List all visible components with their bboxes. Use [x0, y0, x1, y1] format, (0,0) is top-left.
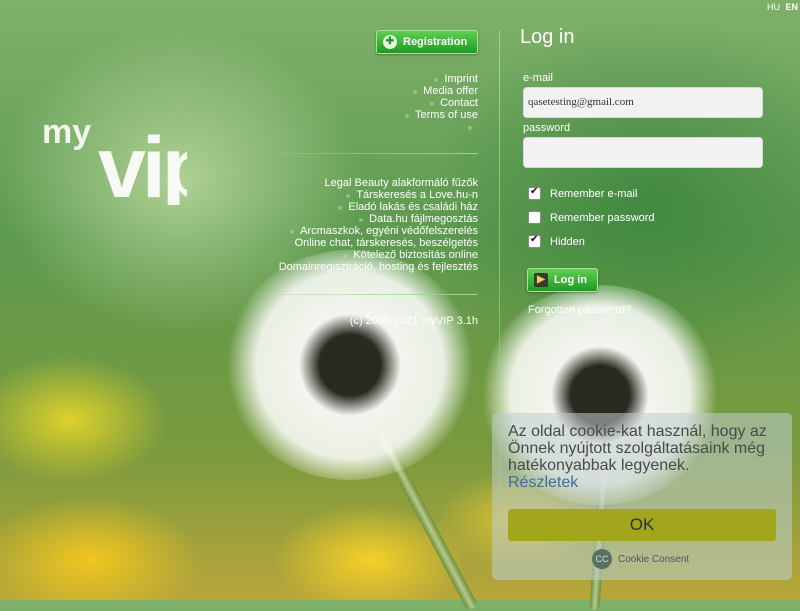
arrow-icon: » [337, 203, 343, 212]
promo-link[interactable]: Arcmaszkok, egyéni védőfelszerelés [300, 225, 478, 237]
promo-link[interactable]: Data.hu fájlmegosztás [369, 213, 478, 225]
remember-email-option[interactable]: Remember e-mail [528, 186, 638, 200]
arrow-icon: » [433, 75, 439, 84]
imprint-link[interactable]: Imprint [444, 73, 478, 85]
arrow-icon: » [289, 227, 295, 236]
arrow-icon: » [412, 87, 418, 96]
copyright-text: (c) 2006-2021 myVIP 3.1h [349, 315, 478, 327]
promo-links: Legal Beauty alakformáló fűzők » Társkere… [258, 177, 478, 273]
registration-label: Registration [403, 36, 468, 48]
login-button[interactable]: ▶ Log in [527, 268, 598, 292]
cookie-banner: Az oldal cookie-kat használ, hogy az Önn… [492, 413, 792, 580]
arrow-icon: » [342, 251, 348, 260]
footer-links: » Imprint » Media offer » Contact » Terms of… [258, 73, 478, 133]
hidden-checkbox[interactable] [528, 234, 541, 248]
hidden-label: Hidden [550, 235, 585, 248]
cookie-ok-button[interactable]: OK [508, 509, 776, 541]
password-label: password [523, 122, 571, 134]
remember-password-label: Remember password [550, 211, 655, 224]
cookie-consent-brand[interactable]: CC Cookie Consent [592, 549, 689, 569]
svg-text:vip: vip [98, 120, 187, 205]
promo-link[interactable]: Eladó lakás és családi ház [348, 201, 478, 213]
media-offer-link[interactable]: Media offer [423, 85, 478, 97]
cookie-details-link[interactable]: Részletek [508, 474, 783, 491]
door-icon: ▶ [534, 273, 548, 287]
arrow-icon: » [429, 99, 435, 108]
cookie-message: Az oldal cookie-kat használ, hogy az Önn… [508, 423, 783, 491]
arrow-icon: » [345, 191, 351, 200]
remember-password-checkbox[interactable] [528, 211, 541, 224]
cookie-message-text: Az oldal cookie-kat használ, hogy az Önn… [508, 423, 767, 474]
lang-hu-link[interactable]: HU [767, 2, 780, 12]
password-field[interactable] [523, 137, 763, 168]
promo-link[interactable]: Kötelező biztosítás online [353, 249, 478, 261]
login-title: Log in [520, 26, 575, 48]
remember-email-label: Remember e-mail [550, 187, 638, 200]
divider [258, 153, 478, 154]
email-field[interactable]: qasetesting@gmail.com [523, 87, 763, 118]
myvip-logo[interactable]: my vip [42, 105, 215, 216]
promo-link[interactable]: Domainregisztráció, hosting és fejleszté… [279, 261, 478, 273]
lang-en-link[interactable]: EN [785, 2, 798, 12]
arrow-icon: » [358, 215, 364, 224]
email-label: e-mail [523, 72, 553, 84]
terms-link[interactable]: Terms of use [415, 109, 478, 121]
svg-text:my: my [42, 113, 91, 151]
divider [258, 294, 478, 295]
cookie-consent-label: Cookie Consent [618, 553, 690, 565]
arrow-icon: » [404, 111, 410, 120]
contact-link[interactable]: Contact [440, 97, 478, 109]
cookie-consent-icon: CC [592, 549, 612, 569]
remember-password-option[interactable]: Remember password [528, 211, 655, 224]
remember-email-checkbox[interactable] [528, 186, 541, 200]
promo-link[interactable]: Online chat, társkeresés, beszélgetés [295, 237, 478, 249]
promo-link[interactable]: Legal Beauty alakformáló fűzők [325, 177, 478, 189]
promo-link[interactable]: Társkeresés a Love.hu-n [356, 189, 478, 201]
registration-button[interactable]: ✚ Registration [376, 30, 479, 54]
myvip-logo-graphic: my vip [42, 113, 215, 216]
forgot-password-link[interactable]: Forgotten password? [528, 304, 631, 316]
registration-icon: ✚ [383, 35, 397, 49]
language-switcher: HU EN [764, 2, 798, 12]
arrow-icon: » [467, 123, 472, 132]
login-panel: Log in [520, 26, 770, 49]
dandelion-image [225, 250, 475, 480]
login-button-label: Log in [554, 274, 587, 286]
hidden-option[interactable]: Hidden [528, 234, 585, 248]
